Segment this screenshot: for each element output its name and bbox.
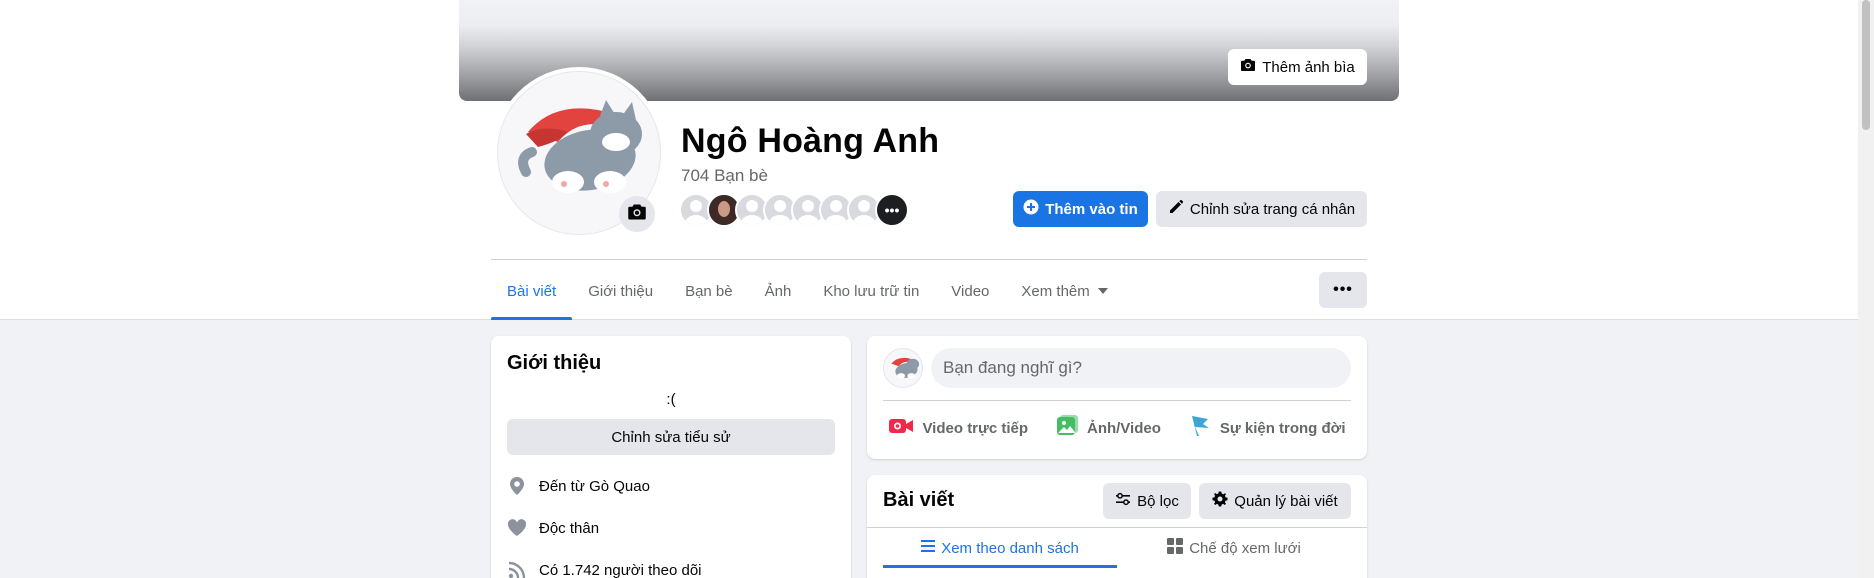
photo-video-button[interactable]: Ảnh/Video <box>1047 406 1169 450</box>
bio-text: :( <box>666 391 676 408</box>
tab-more-label: Xem thêm <box>1021 282 1090 300</box>
list-view-label: Xem theo danh sách <box>941 539 1079 557</box>
whats-on-your-mind-input[interactable] <box>931 348 1351 388</box>
list-icon <box>921 539 936 557</box>
manage-posts-label: Quản lý bài viết <box>1234 492 1338 510</box>
filter-button[interactable]: Bộ lọc <box>1103 483 1191 519</box>
relationship-text: Độc thân <box>539 519 600 537</box>
profile-name: Ngô Hoàng Anh <box>681 122 940 160</box>
composer-divider <box>883 400 1351 401</box>
followers-prefix: Có <box>539 561 563 578</box>
photo-video-label: Ảnh/Video <box>1086 419 1161 437</box>
profile-header: Thêm ảnh bìa Ngô Hoàng Anh 704 Bạn bè ••… <box>0 0 1858 320</box>
tab-videos[interactable]: Video <box>935 262 1005 320</box>
edit-profile-button[interactable]: Chỉnh sửa trang cá nhân <box>1156 191 1367 227</box>
intro-title: Giới thiệu <box>507 352 602 374</box>
add-to-story-button[interactable]: Thêm vào tin <box>1013 191 1148 227</box>
followers-count-link[interactable]: 1.742 người <box>562 562 644 578</box>
grid-view-tab[interactable]: Chế độ xem lưới <box>1117 528 1351 568</box>
hometown-row: Đến từ Gò Quao <box>507 476 650 496</box>
life-event-button[interactable]: Sự kiện trong đời <box>1180 406 1354 450</box>
edit-profile-label: Chỉnh sửa trang cá nhân <box>1189 200 1356 218</box>
posts-card: Bài viết Bộ lọc Quản lý bài viết Xem the… <box>867 475 1367 578</box>
list-view-tab[interactable]: Xem theo danh sách <box>883 528 1117 568</box>
followers-suffix: theo dõi <box>643 561 702 578</box>
live-video-icon <box>888 416 914 440</box>
add-cover-photo-button[interactable]: Thêm ảnh bìa <box>1228 49 1367 85</box>
camera-icon <box>627 202 647 227</box>
heart-icon <box>507 518 527 538</box>
more-options-button[interactable]: ••• <box>1319 272 1367 308</box>
add-cover-photo-label: Thêm ảnh bìa <box>1262 58 1355 76</box>
update-profile-picture-button[interactable] <box>619 196 655 232</box>
hometown-text: Đến từ Gò Quao <box>539 478 650 495</box>
tab-friends[interactable]: Bạn bè <box>669 262 749 320</box>
tab-photos[interactable]: Ảnh <box>749 262 808 320</box>
followers-row: Có 1.742 người theo dõi <box>507 560 702 578</box>
life-event-flag-icon <box>1188 414 1212 442</box>
gear-icon <box>1212 491 1228 511</box>
intro-card: Giới thiệu :( Chỉnh sửa tiểu sử Đến từ G… <box>491 336 851 578</box>
add-to-story-label: Thêm vào tin <box>1045 200 1138 218</box>
tab-story-archive[interactable]: Kho lưu trữ tin <box>807 262 935 320</box>
page-scrollbar-thumb[interactable] <box>1862 0 1870 130</box>
composer-avatar[interactable] <box>883 348 923 388</box>
relationship-row: Độc thân <box>507 518 599 538</box>
more-friends-button[interactable]: ••• <box>875 193 909 227</box>
photo-video-icon <box>1055 414 1079 442</box>
nav-divider <box>491 259 1367 260</box>
camera-icon <box>1240 57 1256 77</box>
life-event-label: Sự kiện trong đời <box>1219 419 1346 437</box>
edit-bio-button[interactable]: Chỉnh sửa tiểu sử <box>507 419 835 455</box>
pencil-icon <box>1168 199 1184 219</box>
caret-down-icon <box>1097 288 1108 294</box>
manage-posts-button[interactable]: Quản lý bài viết <box>1199 483 1351 519</box>
filter-label: Bộ lọc <box>1137 492 1179 510</box>
grid-icon <box>1167 538 1184 558</box>
composer-actions: Video trực tiếp Ảnh/Video Sự kiện trong … <box>875 406 1359 450</box>
friends-count-link[interactable]: 704 Bạn bè <box>681 166 768 186</box>
rss-feed-icon <box>507 560 527 578</box>
hometown-prefix: Đến từ <box>539 477 590 495</box>
posts-title: Bài viết <box>883 489 955 511</box>
tab-more[interactable]: Xem thêm <box>1005 262 1123 320</box>
grid-view-label: Chế độ xem lưới <box>1189 539 1301 557</box>
live-video-button[interactable]: Video trực tiếp <box>880 406 1036 450</box>
profile-tabs: Bài viết Giới thiệu Bạn bè Ảnh Kho lưu t… <box>491 262 1124 320</box>
create-post-card: Video trực tiếp Ảnh/Video Sự kiện trong … <box>867 336 1367 459</box>
hometown-place[interactable]: Gò Quao <box>589 478 650 495</box>
tab-about[interactable]: Giới thiệu <box>572 262 669 320</box>
followers-text: Có 1.742 người theo dõi <box>539 562 702 578</box>
location-pin-icon <box>507 476 527 496</box>
plus-circle-icon <box>1023 199 1039 219</box>
tab-posts[interactable]: Bài viết <box>491 262 573 320</box>
live-video-label: Video trực tiếp <box>922 419 1029 437</box>
sliders-icon <box>1115 491 1131 511</box>
